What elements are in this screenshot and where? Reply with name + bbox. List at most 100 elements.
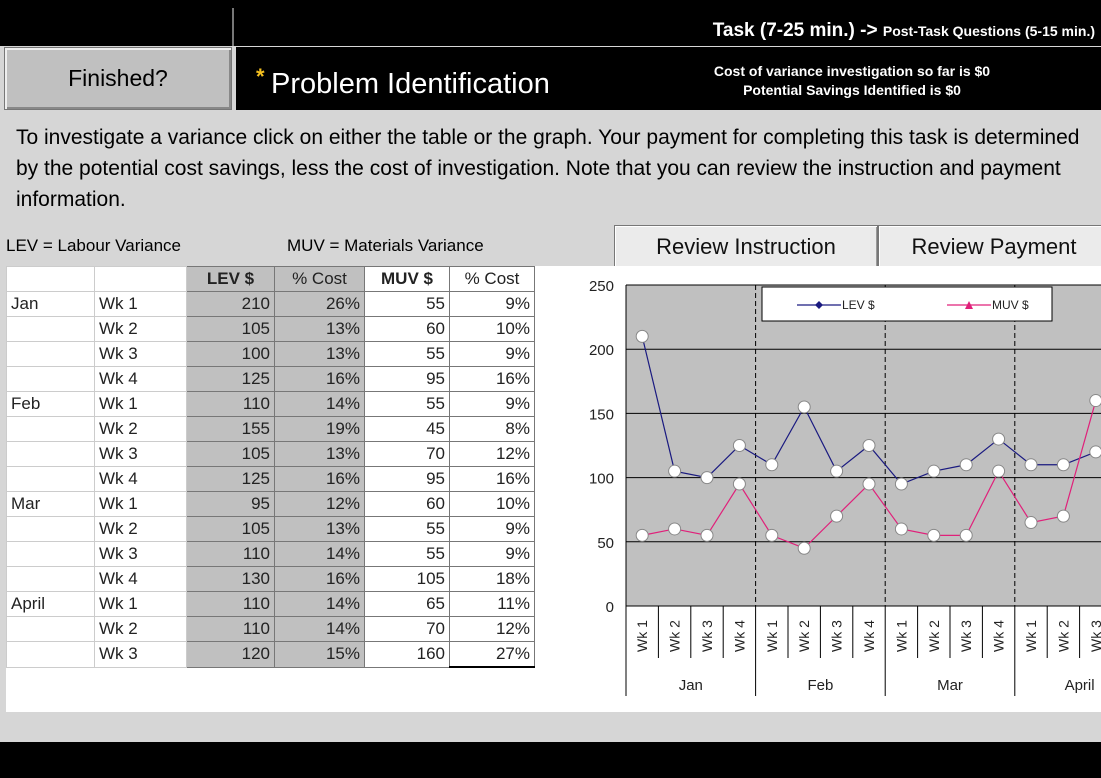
muv-pct-value[interactable]: 12% (449, 441, 535, 467)
data-point (797, 400, 811, 414)
lev-pct-value[interactable]: 14% (274, 391, 365, 417)
variance-table[interactable]: LEV $ % Cost MUV $ % Cost Jan Wk 1 210 26% 5… (6, 266, 535, 668)
lev-value[interactable]: 95 (186, 491, 275, 517)
muv-pct-value[interactable]: 16% (449, 366, 535, 392)
task-progress-line: Task (7-25 min.) -> Post-Task Questions … (237, 20, 1095, 46)
muv-legend-label: MUV = Materials Variance (287, 236, 484, 255)
lev-value[interactable]: 125 (186, 366, 275, 392)
x-category-label: Wk 1 (764, 620, 780, 652)
data-point (732, 439, 746, 452)
table-row[interactable]: Wk 2 110 14% 70 12% (6, 616, 535, 642)
muv-value[interactable]: 60 (364, 316, 450, 342)
lev-pct-value[interactable]: 13% (274, 316, 365, 342)
lev-pct-value[interactable]: 14% (274, 616, 365, 642)
muv-pct-value[interactable]: 16% (449, 466, 535, 492)
variance-line-chart[interactable]: 250 200 150 100 50 0 Wk 1 Wk 2 Wk 3 Wk 4 Wk 1 Wk 2 W… (572, 266, 1101, 712)
lev-pct-value[interactable]: 16% (274, 366, 365, 392)
lev-value[interactable]: 110 (186, 616, 275, 642)
muv-value[interactable]: 60 (364, 491, 450, 517)
lev-pct-value[interactable]: 13% (274, 516, 365, 542)
muv-value[interactable]: 45 (364, 416, 450, 442)
week-cell: Wk 2 (94, 416, 187, 442)
muv-pct-value[interactable]: 10% (449, 491, 535, 517)
muv-value[interactable]: 55 (364, 291, 450, 317)
muv-pct-value[interactable]: 12% (449, 616, 535, 642)
lev-value[interactable]: 110 (186, 541, 275, 567)
table-row[interactable]: Wk 3 110 14% 55 9% (6, 541, 535, 567)
finished-button[interactable]: Finished? (4, 47, 232, 110)
lev-pct-value[interactable]: 15% (274, 641, 365, 668)
month-cell (6, 541, 95, 567)
lev-pct-value[interactable]: 14% (274, 591, 365, 617)
month-cell (6, 416, 95, 442)
muv-pct-value[interactable]: 18% (449, 566, 535, 592)
muv-pct-value[interactable]: 11% (449, 591, 535, 617)
lev-value[interactable]: 100 (186, 341, 275, 367)
review-instruction-button[interactable]: Review Instruction (614, 225, 878, 268)
muv-pct-value[interactable]: 27% (449, 641, 535, 668)
table-row[interactable]: Wk 2 155 19% 45 8% (6, 416, 535, 442)
muv-value[interactable]: 55 (364, 391, 450, 417)
data-point (1089, 445, 1101, 459)
lev-pct-value[interactable]: 13% (274, 441, 365, 467)
lev-pct-value[interactable]: 16% (274, 466, 365, 492)
bottom-bar (0, 742, 1101, 778)
variance-chart-panel: 250 200 150 100 50 0 Wk 1 Wk 2 Wk 3 Wk 4 Wk 1 Wk 2 W… (572, 266, 1101, 712)
muv-pct-value[interactable]: 9% (449, 341, 535, 367)
lev-value[interactable]: 210 (186, 291, 275, 317)
month-cell: April (6, 591, 95, 617)
table-row[interactable]: Wk 2 105 13% 55 9% (6, 516, 535, 542)
table-row[interactable]: Wk 2 105 13% 60 10% (6, 316, 535, 342)
muv-value[interactable]: 55 (364, 341, 450, 367)
lev-pct-value[interactable]: 12% (274, 491, 365, 517)
y-tick-label: 200 (589, 342, 614, 359)
muv-pct-value[interactable]: 9% (449, 516, 535, 542)
table-row[interactable]: Wk 3 120 15% 160 27% (6, 641, 535, 668)
muv-value[interactable]: 160 (364, 641, 450, 668)
data-point (1024, 516, 1038, 530)
muv-value[interactable]: 65 (364, 591, 450, 617)
muv-pct-value[interactable]: 8% (449, 416, 535, 442)
table-row[interactable]: Wk 4 125 16% 95 16% (6, 366, 535, 392)
muv-value[interactable]: 55 (364, 516, 450, 542)
lev-value[interactable]: 155 (186, 416, 275, 442)
muv-value[interactable]: 70 (364, 616, 450, 642)
table-row[interactable]: Jan Wk 1 210 26% 55 9% (6, 291, 535, 317)
table-row[interactable]: Wk 3 105 13% 70 12% (6, 441, 535, 467)
data-point (894, 522, 908, 536)
month-cell (6, 616, 95, 642)
lev-pct-value[interactable]: 13% (274, 341, 365, 367)
x-category-label: Wk 4 (861, 620, 877, 652)
x-category-label: Wk 3 (958, 620, 974, 652)
lev-pct-value[interactable]: 19% (274, 416, 365, 442)
muv-value[interactable]: 70 (364, 441, 450, 467)
table-row[interactable]: Wk 3 100 13% 55 9% (6, 341, 535, 367)
muv-pct-value[interactable]: 10% (449, 316, 535, 342)
lev-value[interactable]: 130 (186, 566, 275, 592)
table-row[interactable]: April Wk 1 110 14% 65 11% (6, 591, 535, 617)
table-row[interactable]: Mar Wk 1 95 12% 60 10% (6, 491, 535, 517)
lev-value[interactable]: 105 (186, 316, 275, 342)
muv-value[interactable]: 55 (364, 541, 450, 567)
table-row[interactable]: Wk 4 130 16% 105 18% (6, 566, 535, 592)
muv-value[interactable]: 95 (364, 366, 450, 392)
muv-value[interactable]: 95 (364, 466, 450, 492)
lev-value[interactable]: 110 (186, 391, 275, 417)
week-cell: Wk 4 (94, 566, 187, 592)
week-cell: Wk 4 (94, 466, 187, 492)
review-payment-button[interactable]: Review Payment (878, 225, 1101, 268)
lev-pct-value[interactable]: 14% (274, 541, 365, 567)
lev-pct-value[interactable]: 26% (274, 291, 365, 317)
muv-value[interactable]: 105 (364, 566, 450, 592)
table-row[interactable]: Feb Wk 1 110 14% 55 9% (6, 391, 535, 417)
lev-pct-value[interactable]: 16% (274, 566, 365, 592)
lev-value[interactable]: 105 (186, 516, 275, 542)
table-row[interactable]: Wk 4 125 16% 95 16% (6, 466, 535, 492)
lev-value[interactable]: 110 (186, 591, 275, 617)
muv-pct-value[interactable]: 9% (449, 541, 535, 567)
lev-value[interactable]: 120 (186, 641, 275, 668)
lev-value[interactable]: 125 (186, 466, 275, 492)
muv-pct-value[interactable]: 9% (449, 391, 535, 417)
lev-value[interactable]: 105 (186, 441, 275, 467)
muv-pct-value[interactable]: 9% (449, 291, 535, 317)
